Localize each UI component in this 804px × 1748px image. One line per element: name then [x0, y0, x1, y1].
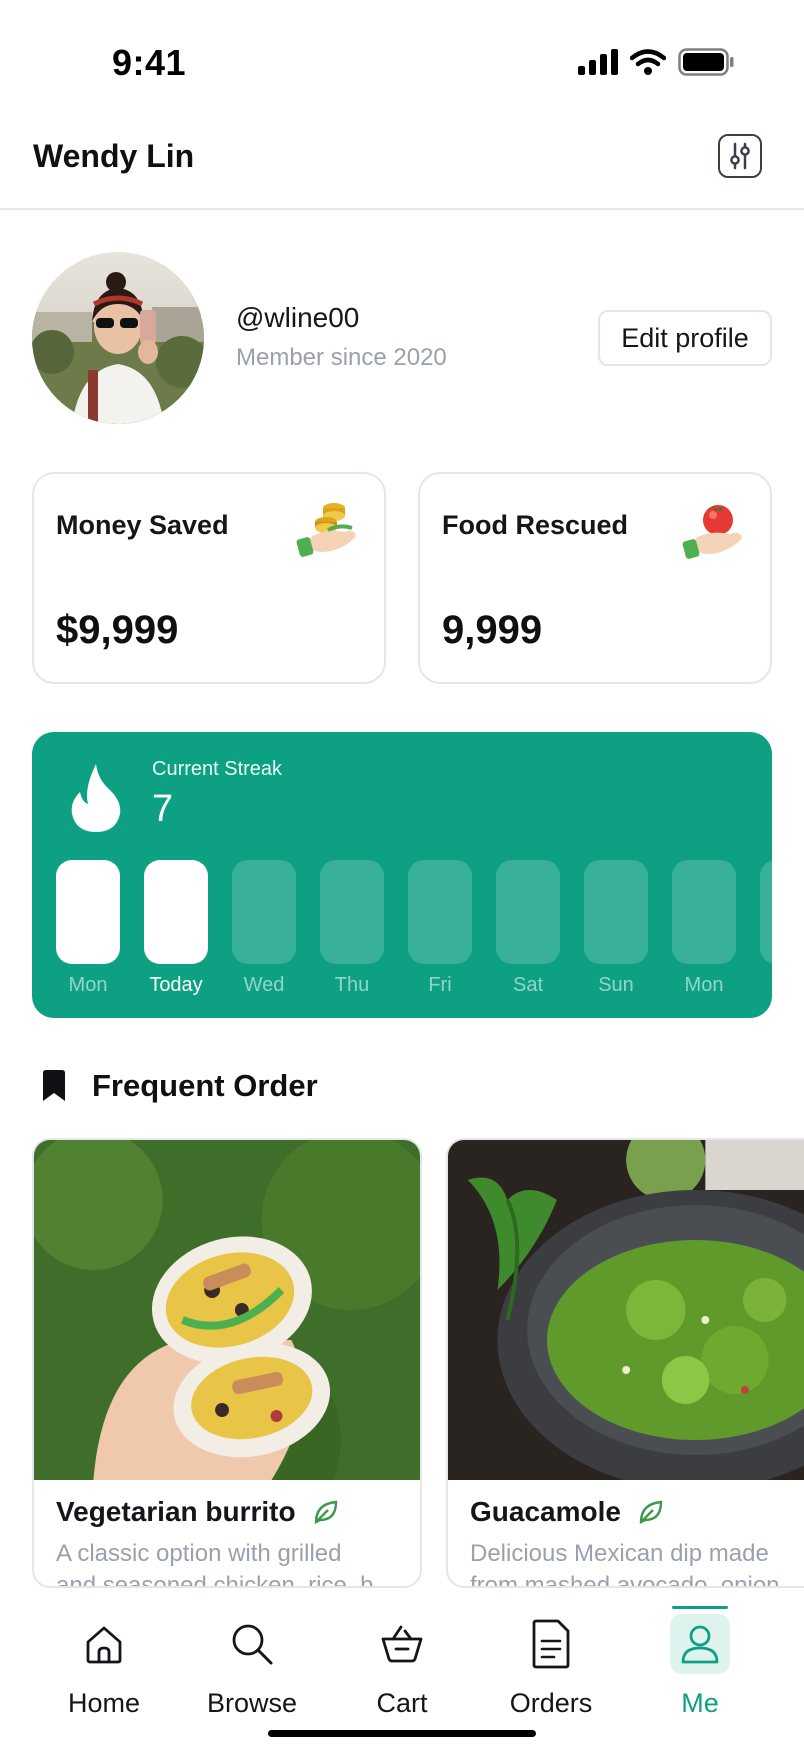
money-saved-label: Money Saved [56, 510, 229, 540]
money-saved-card[interactable]: Money Saved $9,999 [32, 472, 386, 684]
tab-orders[interactable]: Orders [476, 1614, 626, 1719]
document-icon [532, 1619, 570, 1669]
streak-card: Current Streak 7 Mon Today Wed Thu Fri S… [32, 732, 772, 1018]
tab-icon-wrap [74, 1614, 134, 1674]
tab-me[interactable]: Me [625, 1606, 775, 1719]
search-icon [232, 1624, 273, 1665]
tab-label: Me [681, 1688, 719, 1718]
leaf-icon [314, 1500, 337, 1524]
food-rescued-card[interactable]: Food Rescued 9,999 [418, 472, 772, 684]
streak-day-partial [760, 860, 772, 964]
home-icon [86, 1626, 122, 1664]
tab-home[interactable]: Home [29, 1614, 179, 1719]
streak-label: Current Streak [152, 758, 283, 780]
settings-button[interactable] [718, 134, 762, 178]
tab-label: Cart [376, 1688, 428, 1718]
day-pill [408, 860, 472, 964]
day-pill [760, 860, 772, 964]
food-desc-line: and seasoned chicken, rice, b... [56, 1572, 394, 1588]
avatar[interactable] [32, 252, 204, 424]
food-card-guacamole[interactable]: Guacamole Delicious Mexican dip made fro… [446, 1138, 804, 1588]
day-pill [320, 860, 384, 964]
basket-icon [381, 1625, 423, 1663]
day-pill [232, 860, 296, 964]
tab-icon-wrap [521, 1614, 581, 1674]
food-title: Vegetarian burrito [56, 1496, 340, 1528]
tab-icon-wrap [670, 1614, 730, 1674]
section-title: Frequent Order [92, 1068, 318, 1103]
tab-cart[interactable]: Cart [327, 1614, 477, 1719]
day-pill [672, 860, 736, 964]
day-pill [584, 860, 648, 964]
frequent-order-heading: Frequent Order [40, 1068, 318, 1104]
flame-icon [71, 764, 121, 832]
food-card-burrito[interactable]: Vegetarian burrito A classic option with… [32, 1138, 422, 1588]
page-title: Wendy Lin [33, 138, 195, 174]
food-description: Delicious Mexican dip made from mashed a… [470, 1538, 804, 1588]
streak-day-today: Today [144, 860, 208, 997]
food-rescued-label: Food Rescued [442, 510, 629, 540]
food-description: A classic option with grilled and season… [56, 1538, 396, 1588]
tab-label: Orders [509, 1688, 593, 1718]
streak-day: Mon [56, 860, 120, 997]
status-icons [578, 48, 734, 76]
streak-days: Mon Today Wed Thu Fri Sat Sun Mon [56, 860, 772, 996]
streak-day: Sun [584, 860, 648, 997]
day-label: Thu [334, 974, 370, 996]
top-header: Wendy Lin [0, 110, 804, 210]
profile-handle: @wline00 [236, 302, 360, 333]
bottom-tab-bar: Home Browse Cart Orders Me [0, 1592, 804, 1748]
money-saved-value: $9,999 [56, 608, 179, 652]
day-pill [144, 860, 208, 964]
signal-icon [578, 49, 618, 75]
streak-day: Mon [672, 860, 736, 997]
coins-in-hand-icon [296, 503, 356, 557]
edit-profile-button[interactable]: Edit profile [598, 310, 772, 366]
tab-label: Browse [206, 1688, 298, 1718]
streak-value: 7 [152, 788, 174, 830]
day-label: Wed [243, 974, 285, 996]
burrito-photo [34, 1140, 420, 1480]
home-indicator[interactable] [268, 1730, 536, 1737]
tomato-in-hand-icon [682, 505, 742, 559]
status-bar: 9:41 [0, 0, 804, 110]
food-title: Guacamole [470, 1496, 665, 1528]
avatar-photo [32, 252, 204, 424]
streak-day: Wed [232, 860, 296, 997]
leaf-icon [639, 1500, 663, 1524]
day-label: Mon [684, 974, 724, 996]
tab-label: Home [67, 1688, 141, 1718]
sliders-icon [730, 142, 750, 170]
day-label: Today [149, 974, 203, 996]
food-rescued-value: 9,999 [442, 608, 543, 652]
food-desc-line: from mashed avocado, onion... [470, 1572, 800, 1588]
guacamole-photo [448, 1140, 804, 1480]
day-pill [496, 860, 560, 964]
active-tab-indicator [672, 1606, 728, 1609]
day-pill [56, 860, 120, 964]
day-label: Sun [598, 974, 634, 996]
member-since: Member since 2020 [236, 344, 447, 371]
tab-browse[interactable]: Browse [177, 1614, 327, 1719]
wifi-icon [630, 49, 666, 75]
food-name: Guacamole [470, 1496, 621, 1527]
food-desc-line: A classic option with grilled [56, 1540, 342, 1567]
streak-day: Fri [408, 860, 472, 997]
bookmark-icon [43, 1070, 65, 1101]
tab-icon-wrap [372, 1614, 432, 1674]
tab-icon-wrap [222, 1614, 282, 1674]
streak-day: Sat [496, 860, 560, 997]
streak-day: Thu [320, 860, 384, 997]
user-icon [681, 1625, 719, 1664]
food-desc-line: Delicious Mexican dip made [470, 1540, 769, 1567]
food-name: Vegetarian burrito [56, 1496, 296, 1527]
status-time: 9:41 [112, 42, 187, 83]
day-label: Mon [68, 974, 108, 996]
day-label: Fri [428, 974, 452, 996]
battery-icon [678, 48, 734, 76]
day-label: Sat [512, 974, 544, 996]
